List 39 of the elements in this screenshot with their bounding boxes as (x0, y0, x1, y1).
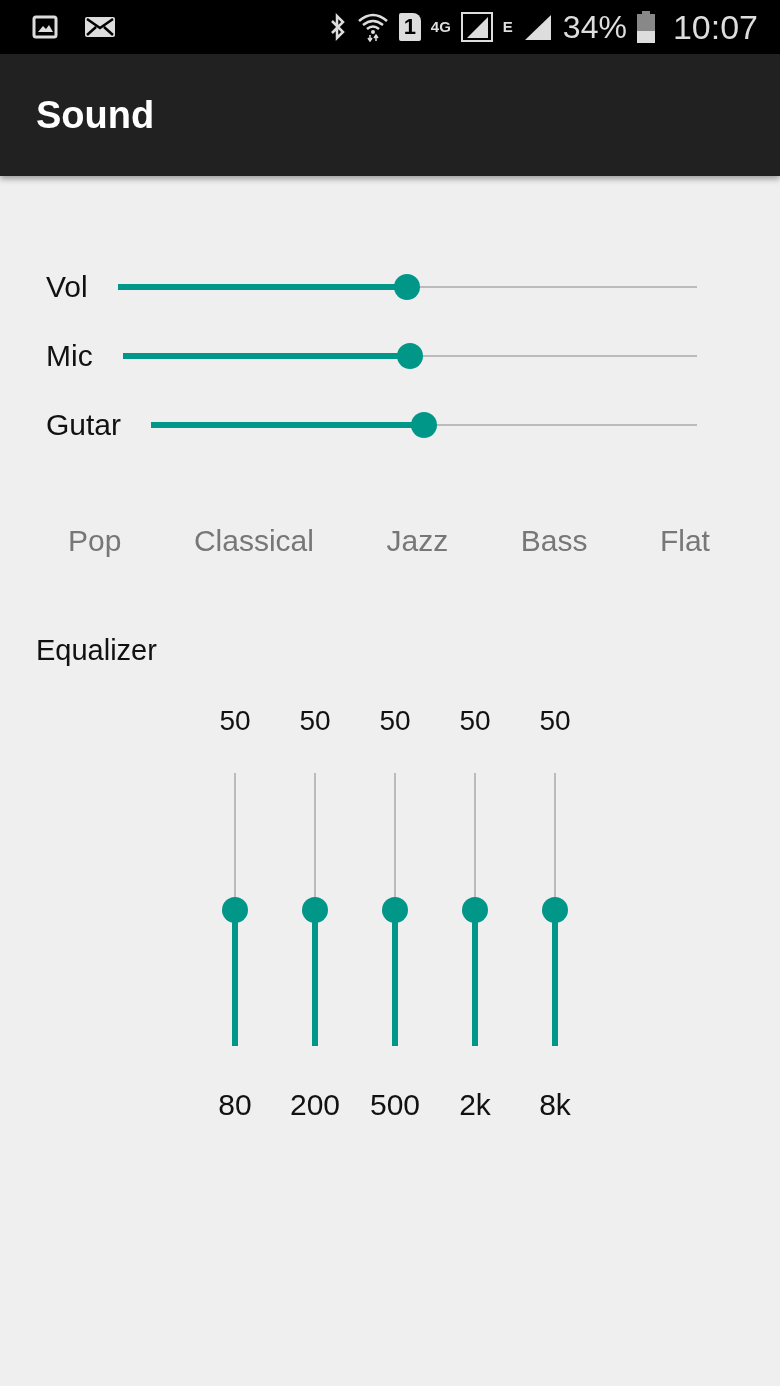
slider-thumb[interactable] (394, 274, 421, 300)
slider-label: Mic (46, 339, 93, 373)
network-type-label: 4G (430, 17, 451, 35)
slider-thumb[interactable] (542, 896, 568, 923)
band-frequency: 8k (539, 1088, 571, 1122)
slider-thumb[interactable] (462, 896, 488, 923)
slider-thumb[interactable] (302, 896, 328, 923)
preset-button[interactable]: Bass (520, 524, 588, 558)
preset-button[interactable]: Classical (193, 524, 314, 558)
slider-label: Gutar (46, 408, 122, 442)
mail-icon (84, 15, 116, 39)
band-frequency: 80 (218, 1088, 252, 1122)
bluetooth-icon (328, 13, 347, 41)
band-value: 50 (459, 705, 491, 737)
band-value: 50 (219, 705, 251, 737)
slider-thumb[interactable] (382, 896, 408, 923)
signal-icon (460, 12, 493, 42)
slider-thumb[interactable] (396, 343, 423, 369)
band-value: 50 (299, 705, 331, 737)
slider-label: Vol (46, 270, 88, 304)
wifi-icon (356, 12, 389, 42)
app-title: Sound (36, 93, 155, 137)
slider-thumb[interactable] (411, 412, 437, 438)
band-value: 50 (539, 705, 571, 737)
preset-button[interactable]: Pop (68, 524, 122, 558)
sim-card-icon: 1 (398, 13, 421, 41)
band-frequency: 2k (459, 1088, 491, 1122)
section-title: Equalizer (35, 633, 158, 667)
band-frequency: 200 (289, 1088, 341, 1122)
preset-button[interactable]: Flat (659, 524, 710, 558)
preset-button[interactable]: Jazz (386, 524, 449, 558)
clock: 10:07 (672, 7, 758, 47)
band-value: 50 (379, 705, 411, 737)
slider-thumb[interactable] (222, 896, 248, 923)
battery-icon (636, 11, 655, 43)
band-frequency: 500 (369, 1088, 421, 1122)
battery-percent: 34% (562, 8, 627, 46)
data-type-label: E (502, 17, 513, 35)
image-icon (32, 15, 58, 39)
